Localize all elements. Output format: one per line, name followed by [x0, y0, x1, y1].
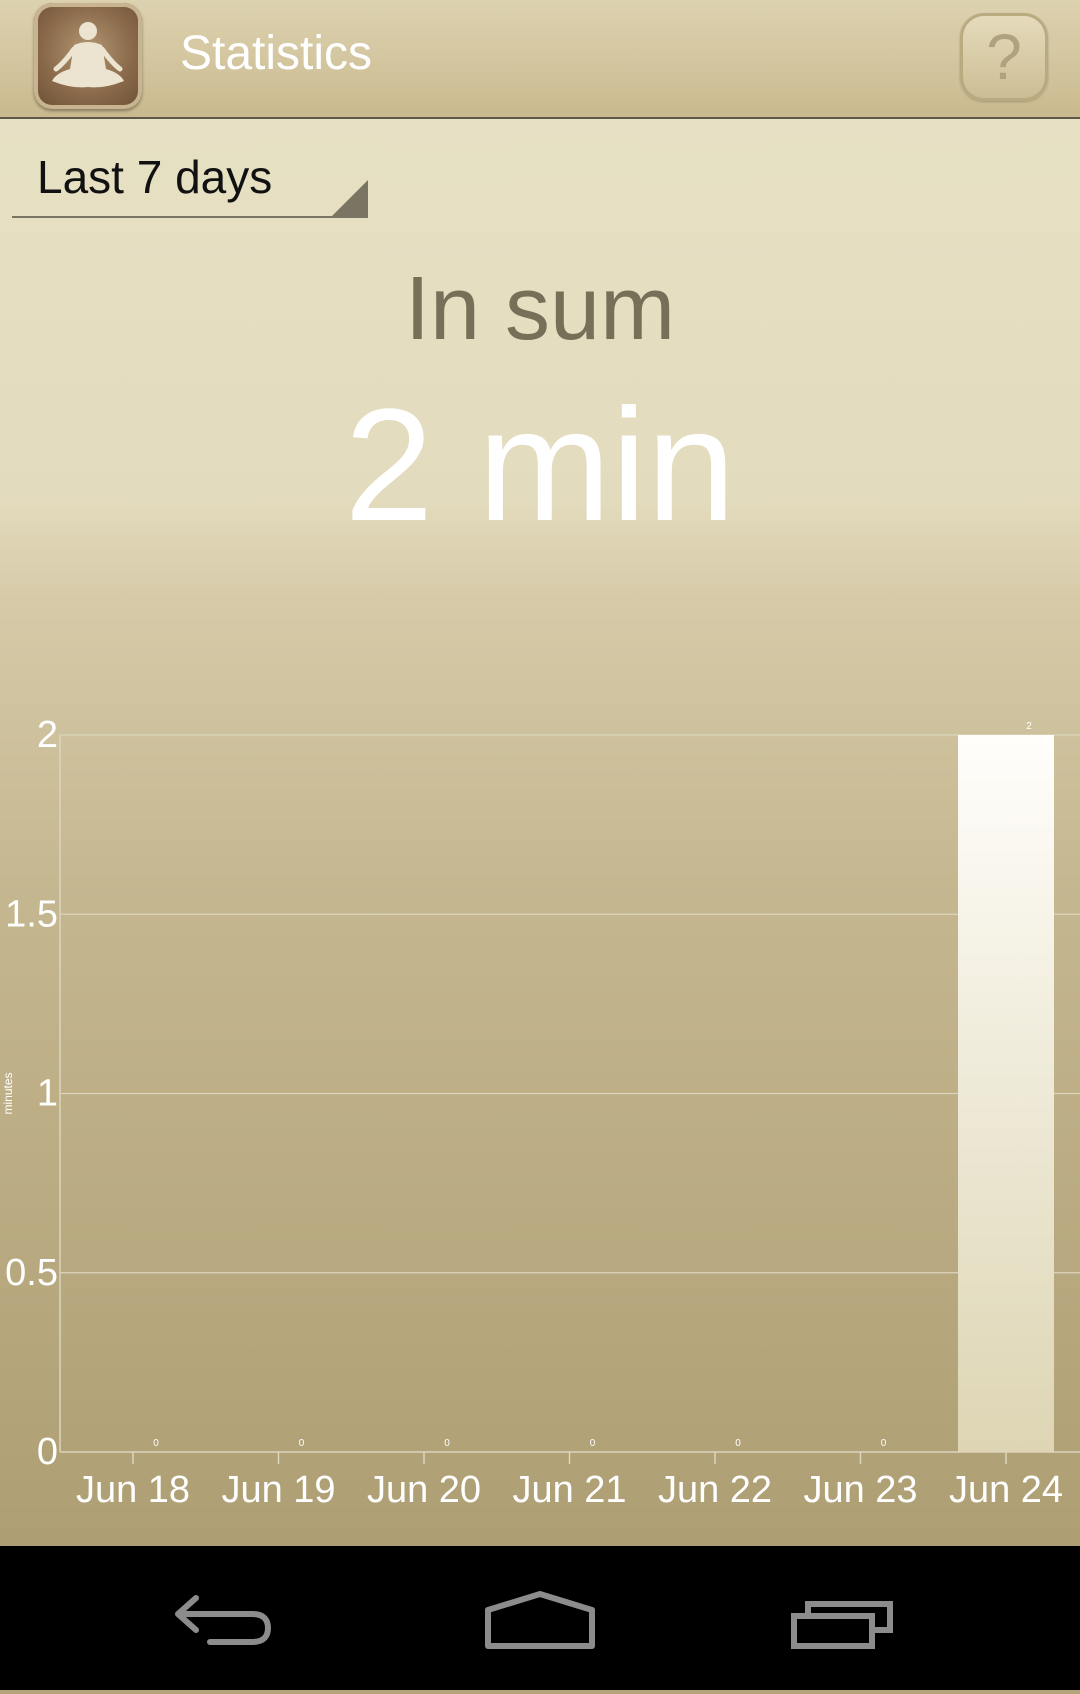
period-dropdown[interactable]: Last 7 days: [12, 142, 368, 218]
y-tick-label: 2: [37, 714, 58, 756]
x-tick-label: Jun 24: [949, 1469, 1063, 1511]
bar-data-label: 0: [153, 1438, 159, 1449]
chart-svg: 0 0.5 1 1.5 2 minutes 0 Jun 18 0 Jun 19 0 Jun 20 0 Ju…: [1, 714, 1080, 1511]
action-bar: Statistics ?: [0, 0, 1080, 119]
bar-data-label: 0: [881, 1438, 887, 1449]
period-dropdown-value: Last 7 days: [37, 151, 273, 203]
dropdown-triangle-icon: [332, 180, 368, 216]
back-icon: [175, 1595, 271, 1645]
y-tick-label: 1: [37, 1073, 58, 1115]
x-tick-label: Jun 21: [512, 1469, 626, 1511]
sum-value: 2 min: [344, 375, 736, 554]
bar: [958, 735, 1054, 1452]
help-button[interactable]: ?: [960, 13, 1048, 101]
home-button[interactable]: [440, 1546, 640, 1690]
x-tick-label: Jun 22: [658, 1469, 772, 1511]
bar-data-label: 2: [1026, 721, 1032, 732]
x-tick-label: Jun 19: [221, 1469, 335, 1511]
y-tick-label: 0: [37, 1431, 58, 1473]
navigation-bar: [0, 1546, 1080, 1690]
meditation-figure-icon[interactable]: [34, 3, 142, 109]
y-tick-label: 1.5: [5, 893, 58, 935]
recent-apps-icon: [791, 1601, 893, 1649]
sum-label: In sum: [404, 259, 676, 359]
recent-apps-button[interactable]: [740, 1546, 940, 1690]
x-tick-label: Jun 23: [803, 1469, 917, 1511]
bar-data-label: 0: [299, 1438, 305, 1449]
back-button[interactable]: [140, 1546, 340, 1690]
home-icon: [485, 1591, 595, 1649]
page-title: Statistics: [180, 27, 373, 80]
statistics-screen: Statistics ? Last 7 days In sum 2 min 00…: [0, 0, 1080, 1546]
bar-data-label: 0: [590, 1438, 596, 1449]
y-axis-title: minutes: [1, 1072, 15, 1114]
bar-data-label: 0: [735, 1438, 741, 1449]
x-tick-label: Jun 18: [76, 1469, 190, 1511]
bar-data-label: 0: [444, 1438, 450, 1449]
minutes-bar-chart: 0 0.5 1 1.5 2 minutes 0 Jun 18 0 Jun 19 0 Jun 20 0 Ju…: [0, 680, 1080, 1520]
x-tick-label: Jun 20: [367, 1469, 481, 1511]
y-tick-label: 0.5: [5, 1252, 58, 1294]
